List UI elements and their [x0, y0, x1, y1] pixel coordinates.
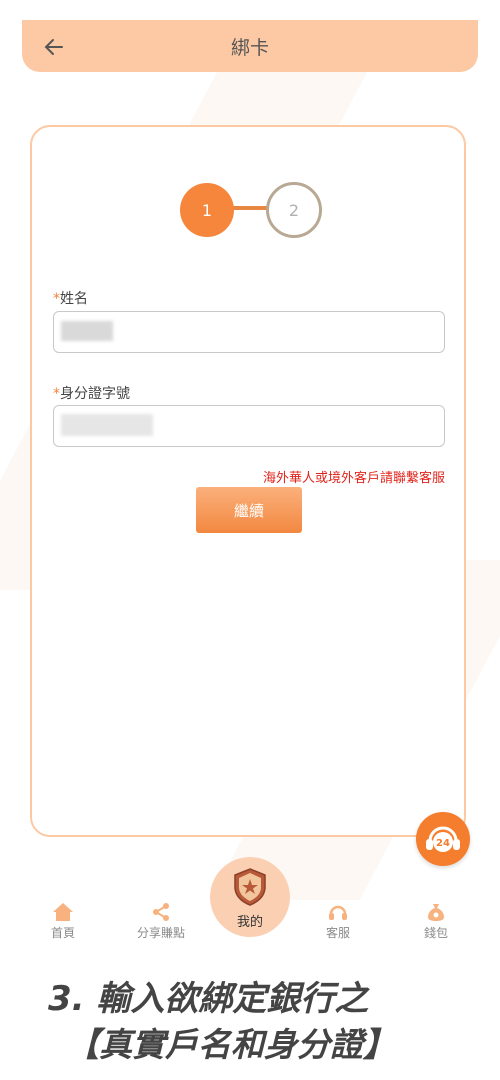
customer-service-24-icon: 24: [426, 826, 460, 852]
redacted-value: [61, 321, 113, 341]
money-bag-icon: [428, 904, 444, 921]
nav-mine[interactable]: 我的: [210, 857, 290, 937]
id-number-label: *身分證字號: [53, 383, 130, 403]
step-1-indicator: 1: [180, 183, 234, 237]
support-badge-text: 24: [436, 838, 450, 849]
required-mark: *: [53, 291, 60, 307]
customer-service-button[interactable]: 24: [416, 812, 470, 866]
nav-home[interactable]: 首頁: [28, 902, 98, 941]
caption-line-2: 【真實戶名和身分證】: [66, 1025, 396, 1064]
nav-customer-service-label: 客服: [325, 926, 350, 940]
headset-icon: [329, 905, 347, 920]
caption-line-1: 3. 輸入欲綁定銀行之: [48, 979, 369, 1019]
step-2-indicator: 2: [266, 182, 322, 238]
nav-wallet[interactable]: 錢包: [401, 902, 471, 941]
id-number-input[interactable]: [53, 405, 445, 447]
nav-share-label: 分享賺點: [136, 926, 185, 940]
name-label: *姓名: [53, 288, 88, 308]
required-mark: *: [53, 386, 60, 402]
nav-share[interactable]: 分享賺點: [126, 902, 196, 941]
home-icon: [53, 903, 73, 921]
shield-star-icon: [234, 868, 266, 906]
name-input[interactable]: [53, 311, 445, 353]
overseas-customer-note: 海外華人或境外客戶請聯繫客服: [262, 471, 445, 486]
redacted-value: [61, 414, 153, 436]
nav-wallet-label: 錢包: [423, 926, 448, 940]
continue-button[interactable]: 繼續: [196, 487, 302, 533]
page-title: 綁卡: [230, 37, 269, 59]
nav-home-label: 首頁: [50, 926, 75, 940]
share-icon: [153, 903, 169, 921]
header-bar: 綁卡: [22, 20, 478, 72]
id-number-label-text: 身分證字號: [60, 386, 130, 402]
nav-customer-service[interactable]: 客服: [303, 902, 373, 941]
nav-mine-label: 我的: [236, 915, 263, 930]
name-label-text: 姓名: [60, 291, 88, 307]
